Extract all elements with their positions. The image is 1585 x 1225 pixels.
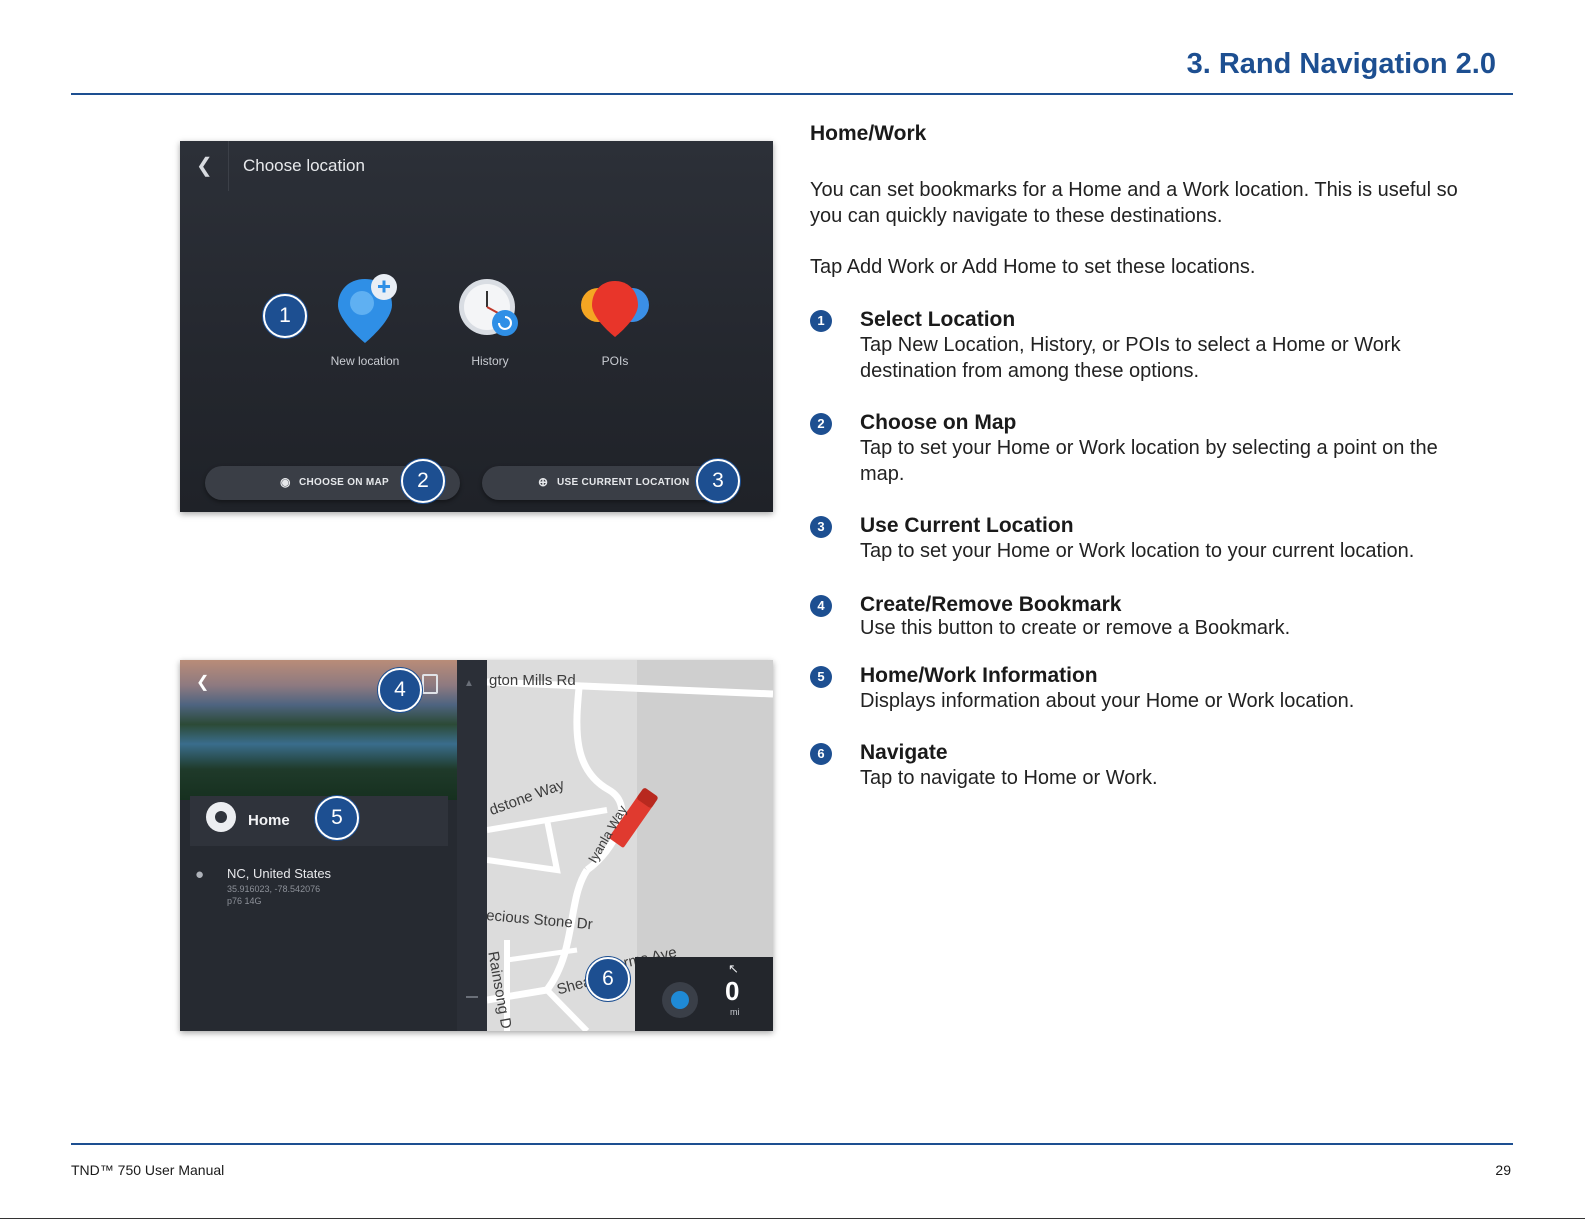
intro-line-1: You can set bookmarks for a Home and a W… — [810, 179, 1458, 201]
turn-arrow-icon: ↖ — [728, 961, 739, 976]
scroll-up-icon[interactable]: ▲ — [464, 678, 474, 689]
location-coordinates: 35.916023, -78.542076 — [227, 884, 321, 894]
navigate-icon — [671, 991, 689, 1009]
item-title-home-work-information: Home/Work Information — [860, 664, 1098, 687]
item-title-navigate: Navigate — [860, 741, 948, 764]
home-label: Home — [248, 812, 290, 829]
distance-unit: mi — [730, 1007, 740, 1017]
footer-page-number: 29 — [1495, 1162, 1511, 1178]
item-desc-line: Use this button to create or remove a Bo… — [860, 617, 1291, 639]
map-pin-icon: ◉ — [280, 475, 291, 489]
location-region: NC, United States — [227, 866, 332, 881]
history-clock-icon — [459, 279, 518, 336]
callout-6: 6 — [586, 957, 630, 1001]
callout-1: 1 — [263, 294, 307, 338]
home-detail-screen: ❮ Home ● NC, United States 35.916023, -7… — [180, 660, 773, 1031]
callout-4: 4 — [378, 668, 422, 712]
item-desc-line: destination from among these options. — [860, 360, 1200, 382]
poi-balloons-icon — [581, 281, 649, 337]
title-divider — [228, 141, 229, 191]
intro-instruction: Tap Add Work or Add Home to set these lo… — [810, 256, 1256, 278]
page-bottom-edge — [0, 1218, 1585, 1219]
item-title-select-location: Select Location — [860, 308, 1016, 331]
history-label: History — [471, 354, 509, 368]
new-location-label: New location — [330, 354, 400, 368]
callout-2: 2 — [401, 459, 445, 503]
panel-scroll-strip[interactable] — [457, 660, 487, 1031]
history-option[interactable]: History — [435, 271, 545, 391]
pois-label: POIs — [601, 354, 629, 368]
pois-option[interactable]: POIs — [560, 271, 670, 391]
location-pin-icon: ● — [195, 866, 205, 883]
bookmark-icon[interactable] — [422, 674, 438, 694]
item-desc-line: Displays information about your Home or … — [860, 690, 1355, 712]
item-number-6: 6 — [810, 743, 832, 765]
header-rule — [71, 93, 1513, 95]
navigate-panel — [635, 957, 773, 1031]
callout-3: 3 — [696, 459, 740, 503]
item-title-create-remove-bookmark: Create/Remove Bookmark — [860, 593, 1122, 616]
new-location-option[interactable]: New location — [310, 271, 420, 391]
back-chevron-icon[interactable]: ❮ — [196, 672, 209, 692]
item-number-3: 3 — [810, 516, 832, 538]
item-desc-line: Tap to set your Home or Work location to… — [860, 540, 1415, 562]
item-title-use-current-location: Use Current Location — [860, 514, 1074, 537]
item-desc-line: Tap to set your Home or Work location by… — [860, 437, 1438, 459]
section-heading: Home/Work — [810, 122, 927, 145]
location-code: p76 14G — [227, 896, 262, 906]
item-number-1: 1 — [810, 310, 832, 332]
use-current-location-label: USE CURRENT LOCATION — [557, 477, 690, 488]
item-desc-line: map. — [860, 463, 905, 485]
distance-value: 0 — [725, 976, 740, 1006]
new-location-pin-icon — [338, 274, 397, 343]
chapter-title: 3. Rand Navigation 2.0 — [1186, 48, 1496, 80]
screen-title: Choose location — [243, 156, 365, 175]
back-chevron-icon[interactable]: ❮ — [196, 153, 213, 178]
intro-line-2: you can quickly navigate to these destin… — [810, 205, 1223, 227]
item-title-choose-on-map: Choose on Map — [860, 411, 1017, 434]
item-desc-line: Tap to navigate to Home or Work. — [860, 767, 1158, 789]
item-number-4: 4 — [810, 595, 832, 617]
footer-manual-title: TND™ 750 User Manual — [71, 1162, 225, 1178]
item-desc-line: Tap New Location, History, or POIs to se… — [860, 334, 1401, 356]
item-number-5: 5 — [810, 666, 832, 688]
crosshair-icon: ⊕ — [538, 475, 549, 489]
footer-rule — [71, 1143, 1513, 1145]
scroll-handle[interactable] — [466, 996, 478, 998]
choose-on-map-label: CHOOSE ON MAP — [299, 477, 390, 488]
street-label: gton Mills Rd — [489, 672, 576, 689]
home-pin-icon — [206, 802, 236, 832]
item-number-2: 2 — [810, 413, 832, 435]
callout-5: 5 — [315, 796, 359, 840]
